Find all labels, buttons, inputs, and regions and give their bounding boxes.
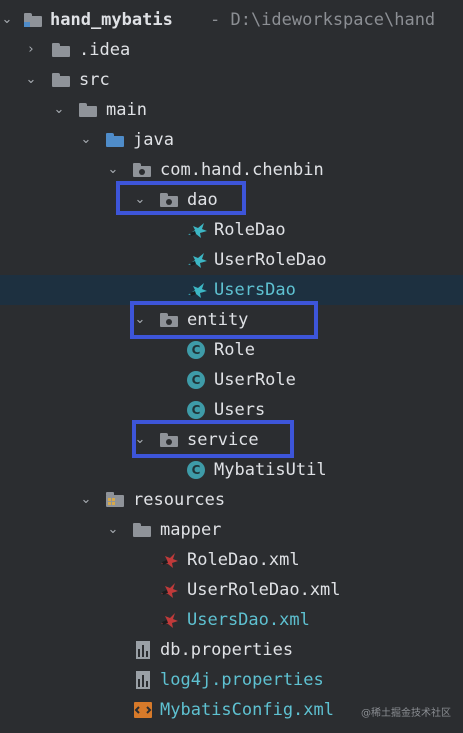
- tree-item-label: UsersDao.xml: [187, 610, 310, 630]
- package-icon: [160, 193, 178, 207]
- tree-row-role[interactable]: C Role: [0, 335, 463, 365]
- folder-icon: [79, 103, 97, 117]
- tree-row-entity[interactable]: ⌄ entity: [0, 305, 463, 335]
- chevron-down-icon[interactable]: ⌄: [133, 185, 147, 215]
- tree-item-label: MybatisConfig.xml: [160, 700, 334, 720]
- package-icon: [160, 313, 178, 327]
- mybatis-interface-icon: [188, 253, 207, 268]
- tree-item-label: UserRoleDao.xml: [187, 580, 341, 600]
- tree-row-java[interactable]: ⌄ java: [0, 125, 463, 155]
- tree-row-dao[interactable]: ⌄ dao: [0, 185, 463, 215]
- tree-item-label: Users: [214, 400, 266, 420]
- tree-row-roledao-xml[interactable]: RoleDao.xml: [0, 545, 463, 575]
- tree-item-label: resources: [133, 490, 226, 510]
- folder-icon: [24, 13, 42, 27]
- tree-row-usersdao[interactable]: UsersDao: [0, 275, 463, 305]
- tree-row-roledao[interactable]: RoleDao: [0, 215, 463, 245]
- tree-item-label: service: [187, 430, 259, 450]
- project-tree: ⌄ hand_mybatis - D:\ideworkspace\hand › …: [0, 5, 463, 725]
- source-folder-icon: [106, 133, 124, 147]
- tree-item-label: UsersDao: [214, 280, 296, 300]
- tree-row-service[interactable]: ⌄ service: [0, 425, 463, 455]
- tree-row-resources[interactable]: ⌄ resources: [0, 485, 463, 515]
- xml-file-icon: [161, 613, 178, 628]
- mybatis-interface-icon: [188, 223, 207, 238]
- tree-item-label: log4j.properties: [160, 670, 324, 690]
- tree-row-userrole[interactable]: C UserRole: [0, 365, 463, 395]
- tree-row-package[interactable]: ⌄ com.hand.chenbin: [0, 155, 463, 185]
- tree-item-label: UserRole: [214, 370, 296, 390]
- class-icon: C: [187, 341, 205, 359]
- tree-row-db-properties[interactable]: db.properties: [0, 635, 463, 665]
- package-icon: [133, 163, 151, 177]
- tree-item-label: MybatisUtil: [214, 460, 327, 480]
- class-icon: C: [187, 401, 205, 419]
- chevron-down-icon[interactable]: ⌄: [133, 425, 147, 455]
- tree-row-usersdao-xml[interactable]: UsersDao.xml: [0, 605, 463, 635]
- chevron-right-icon[interactable]: ›: [24, 35, 38, 65]
- folder-icon: [52, 73, 70, 87]
- tree-item-label: RoleDao.xml: [187, 550, 300, 570]
- tree-item-label: main: [106, 100, 147, 120]
- tree-row-mapper[interactable]: ⌄ mapper: [0, 515, 463, 545]
- tree-item-label: com.hand.chenbin: [160, 160, 324, 180]
- xml-file-icon: [134, 702, 152, 718]
- properties-file-icon: [136, 641, 150, 659]
- tree-item-label: entity: [187, 310, 249, 330]
- tree-item-label: Role: [214, 340, 255, 360]
- tree-row-userroledao-xml[interactable]: UserRoleDao.xml: [0, 575, 463, 605]
- class-icon: C: [187, 371, 205, 389]
- folder-icon: [133, 523, 151, 537]
- tree-row-src[interactable]: ⌄ src: [0, 65, 463, 95]
- tree-row-project[interactable]: ⌄ hand_mybatis - D:\ideworkspace\hand: [0, 5, 463, 35]
- tree-row-users[interactable]: C Users: [0, 395, 463, 425]
- tree-item-label: RoleDao: [214, 220, 286, 240]
- chevron-down-icon[interactable]: ⌄: [24, 65, 38, 95]
- chevron-down-icon[interactable]: ⌄: [0, 5, 14, 35]
- tree-item-label: dao: [187, 190, 218, 210]
- chevron-down-icon[interactable]: ⌄: [133, 305, 147, 335]
- folder-icon: [52, 43, 70, 57]
- package-icon: [160, 433, 178, 447]
- project-name: hand_mybatis: [50, 10, 173, 30]
- chevron-down-icon[interactable]: ⌄: [106, 155, 120, 185]
- resources-folder-icon: [106, 492, 124, 507]
- tree-item-label: .idea: [79, 40, 131, 60]
- chevron-down-icon[interactable]: ⌄: [52, 95, 66, 125]
- tree-item-label: UserRoleDao: [214, 250, 327, 270]
- chevron-down-icon[interactable]: ⌄: [106, 515, 120, 545]
- tree-item-label: src: [79, 70, 110, 90]
- tree-row-log4j-properties[interactable]: log4j.properties: [0, 665, 463, 695]
- watermark: @稀土掘金技术社区: [361, 708, 451, 719]
- xml-file-icon: [161, 583, 178, 598]
- tree-row-idea[interactable]: › .idea: [0, 35, 463, 65]
- tree-row-mybatisutil[interactable]: C MybatisUtil: [0, 455, 463, 485]
- tree-item-label: mapper: [160, 520, 222, 540]
- properties-file-icon: [136, 671, 150, 689]
- chevron-down-icon[interactable]: ⌄: [79, 485, 93, 515]
- tree-item-label: db.properties: [160, 640, 294, 660]
- tree-row-userroledao[interactable]: UserRoleDao: [0, 245, 463, 275]
- project-path: - D:\ideworkspace\hand: [210, 10, 436, 30]
- tree-item-label: java: [133, 130, 174, 150]
- chevron-down-icon[interactable]: ⌄: [79, 125, 93, 155]
- class-icon: C: [187, 461, 205, 479]
- tree-row-main[interactable]: ⌄ main: [0, 95, 463, 125]
- xml-file-icon: [161, 553, 178, 568]
- mybatis-interface-icon: [188, 283, 207, 298]
